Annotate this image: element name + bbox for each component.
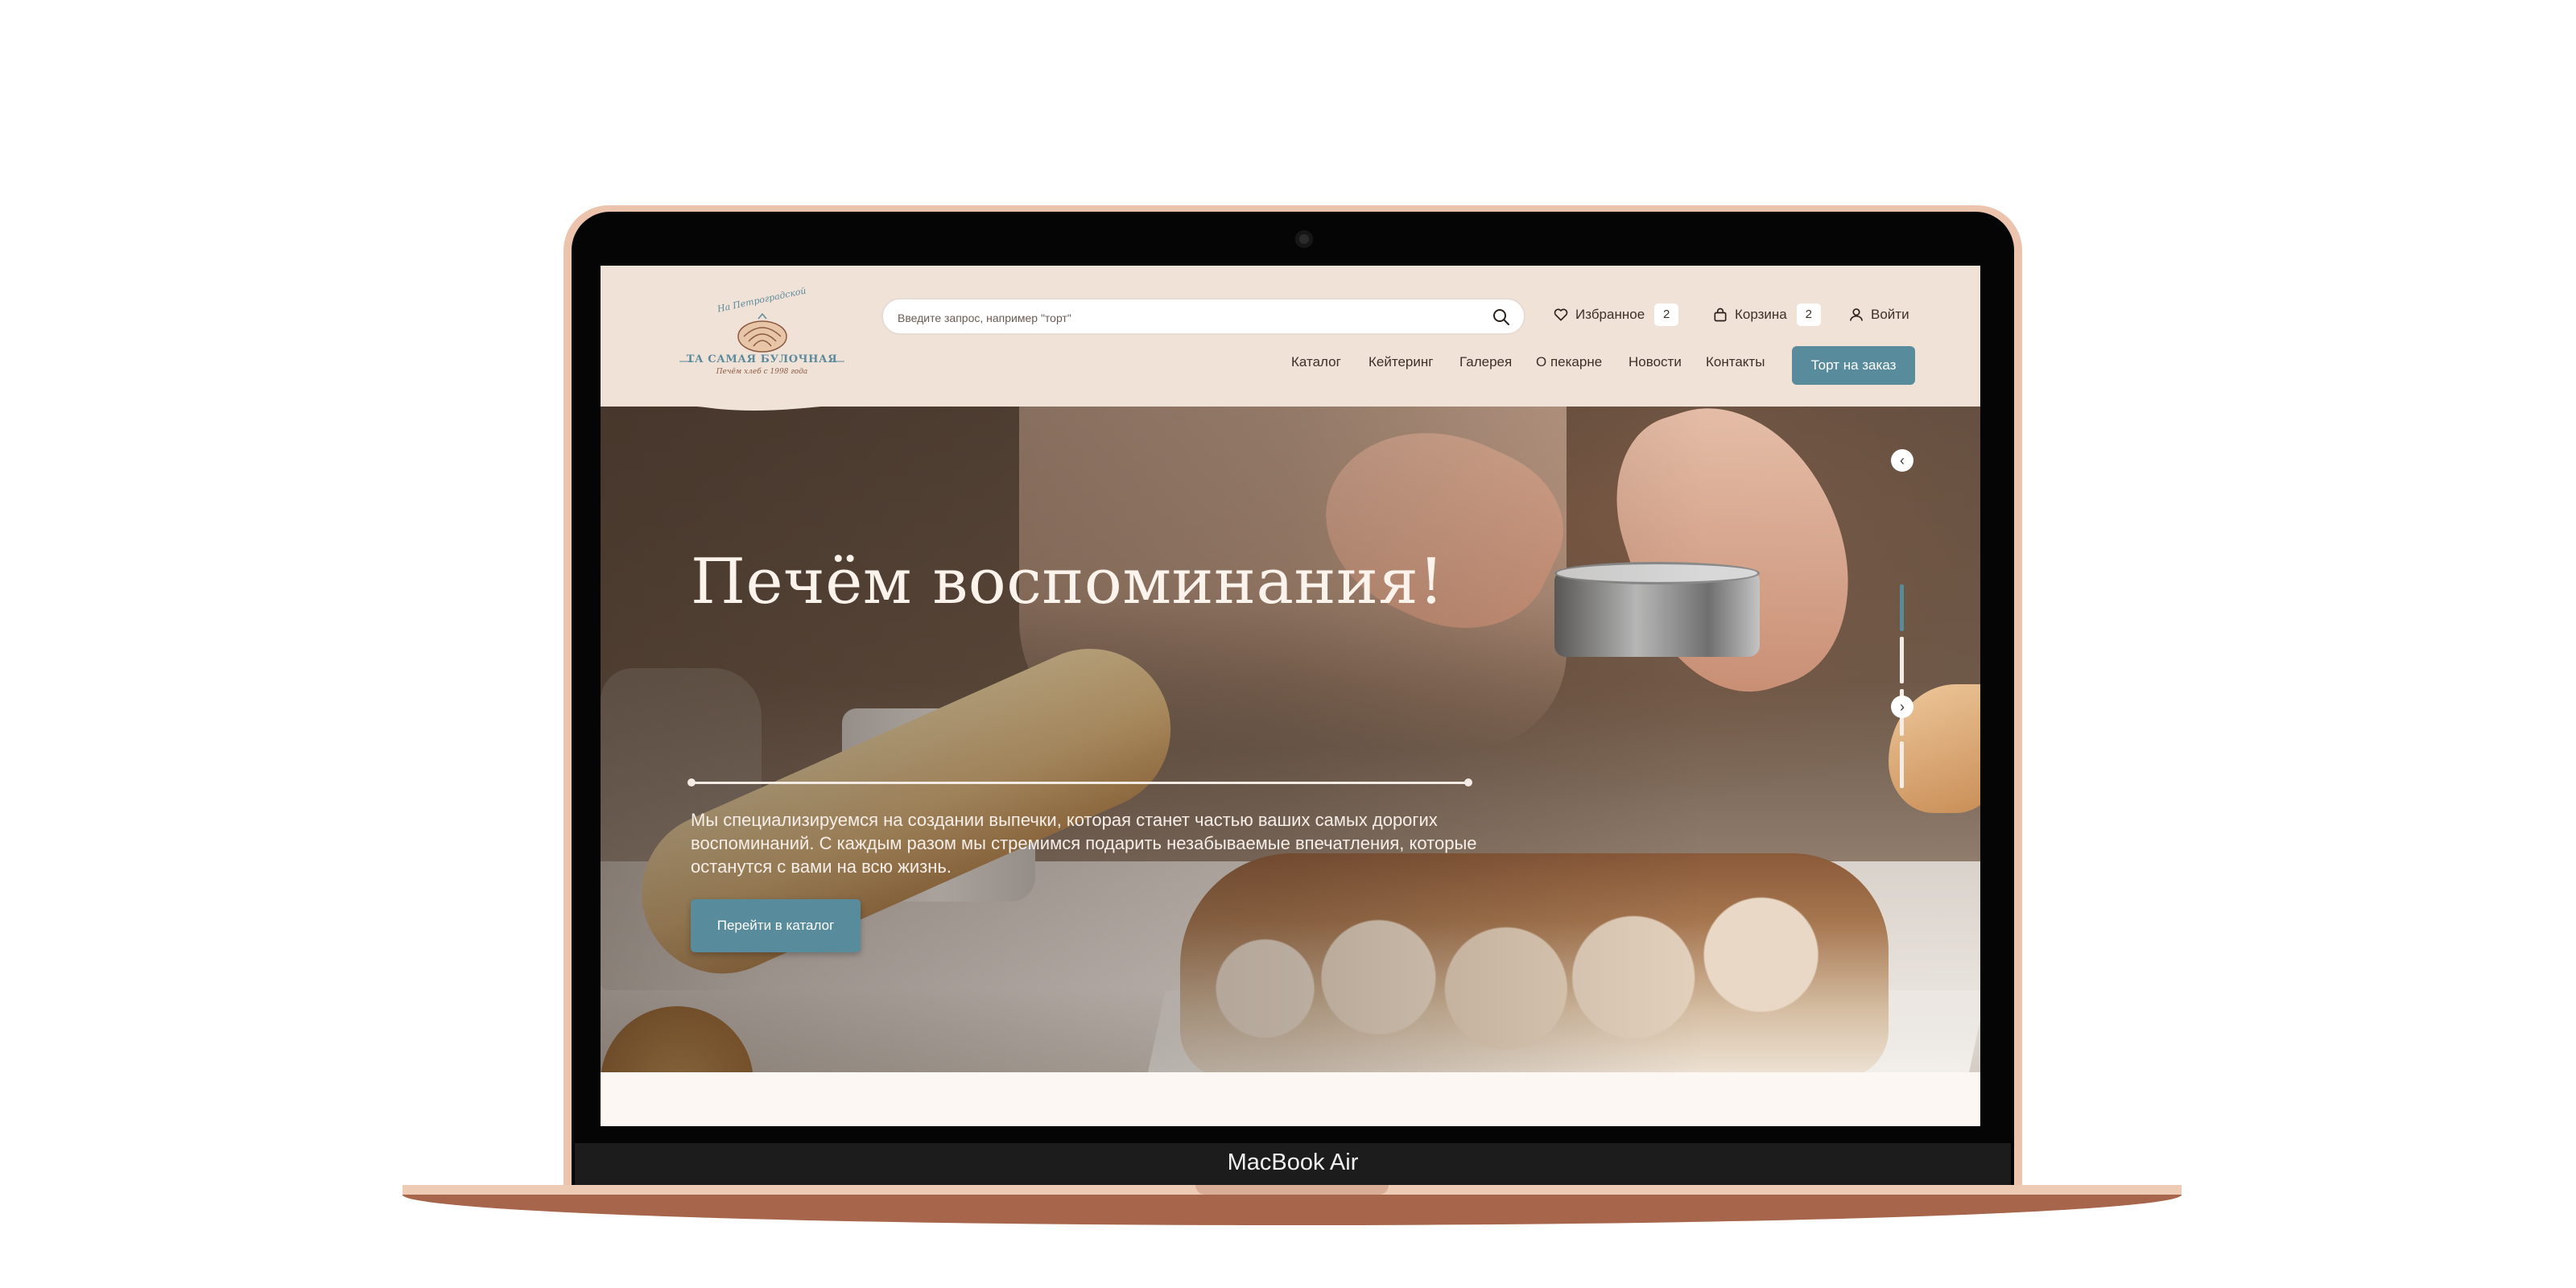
cart-count-badge: 2: [1796, 303, 1821, 326]
user-icon: [1850, 308, 1863, 321]
nav-catering[interactable]: Кейтеринг: [1368, 354, 1433, 370]
logo-name: ТА САМАЯ БУЛОЧНАЯ: [686, 353, 838, 365]
hero-divider: [687, 778, 1472, 786]
order-cake-button[interactable]: Торт на заказ: [1792, 346, 1915, 385]
laptop-notch: [1195, 1185, 1389, 1195]
camera-icon: [1295, 230, 1313, 248]
slider-dot-active[interactable]: [1900, 584, 1904, 631]
laptop-chin: MacBook Air: [575, 1143, 2011, 1185]
hero-description: Мы специализируемся на создании выпечки,…: [691, 810, 1477, 877]
croissant-logo-icon: [737, 312, 787, 353]
cart-link[interactable]: Корзина 2: [1712, 301, 1821, 328]
favorites-label: Избранное: [1575, 307, 1645, 322]
hero-overlay: [601, 362, 1980, 1072]
search-bar[interactable]: [881, 298, 1525, 335]
nav-catalog[interactable]: Каталог: [1291, 354, 1341, 370]
logo-script: На Петроградской: [716, 285, 807, 315]
cart-label: Корзина: [1735, 307, 1787, 322]
chevron-left-icon: ‹: [1900, 452, 1905, 469]
nav-contacts[interactable]: Контакты: [1706, 354, 1765, 370]
device-label: MacBook Air: [1227, 1150, 1359, 1175]
header-wave-edge: [601, 386, 1980, 411]
favorites-link[interactable]: Избранное 2: [1553, 301, 1679, 328]
bag-icon: [1714, 308, 1727, 322]
divider-dot: [687, 778, 696, 786]
nav-gallery[interactable]: Галерея: [1459, 354, 1512, 370]
website-screen: Печём воспоминания! Мы специализируемся …: [601, 266, 1980, 1126]
slider-prev-button[interactable]: ‹: [1891, 449, 1913, 472]
slider-pagination: [1900, 584, 1905, 794]
site-logo[interactable]: На Петроградской ТА САМАЯ БУЛОЧНАЯ Печём…: [679, 285, 844, 379]
hero-title: Печём воспоминания!: [691, 546, 1445, 618]
catalog-button[interactable]: Перейти в каталог: [691, 899, 861, 952]
search-icon[interactable]: [1492, 308, 1511, 327]
heart-icon: [1554, 308, 1568, 321]
slider-dot[interactable]: [1900, 741, 1904, 788]
site-header: На Петроградской ТА САМАЯ БУЛОЧНАЯ Печём…: [601, 266, 1980, 407]
laptop-base: [402, 1195, 2182, 1225]
chevron-right-icon: ›: [1900, 698, 1905, 715]
divider-dot: [1464, 778, 1472, 786]
favorites-count-badge: 2: [1654, 303, 1679, 326]
next-section: [601, 1072, 1980, 1126]
login-label: Войти: [1871, 307, 1909, 322]
nav-news[interactable]: Новости: [1629, 354, 1682, 370]
slider-dot[interactable]: [1900, 637, 1904, 683]
nav-about[interactable]: О пекарне: [1536, 354, 1602, 370]
login-link[interactable]: Войти: [1848, 301, 1909, 328]
search-input[interactable]: [896, 306, 1463, 330]
logo-tagline: Печём хлеб с 1998 года: [716, 368, 808, 376]
hero-section: Печём воспоминания! Мы специализируемся …: [601, 362, 1980, 1072]
slider-next-button[interactable]: ›: [1891, 696, 1913, 718]
